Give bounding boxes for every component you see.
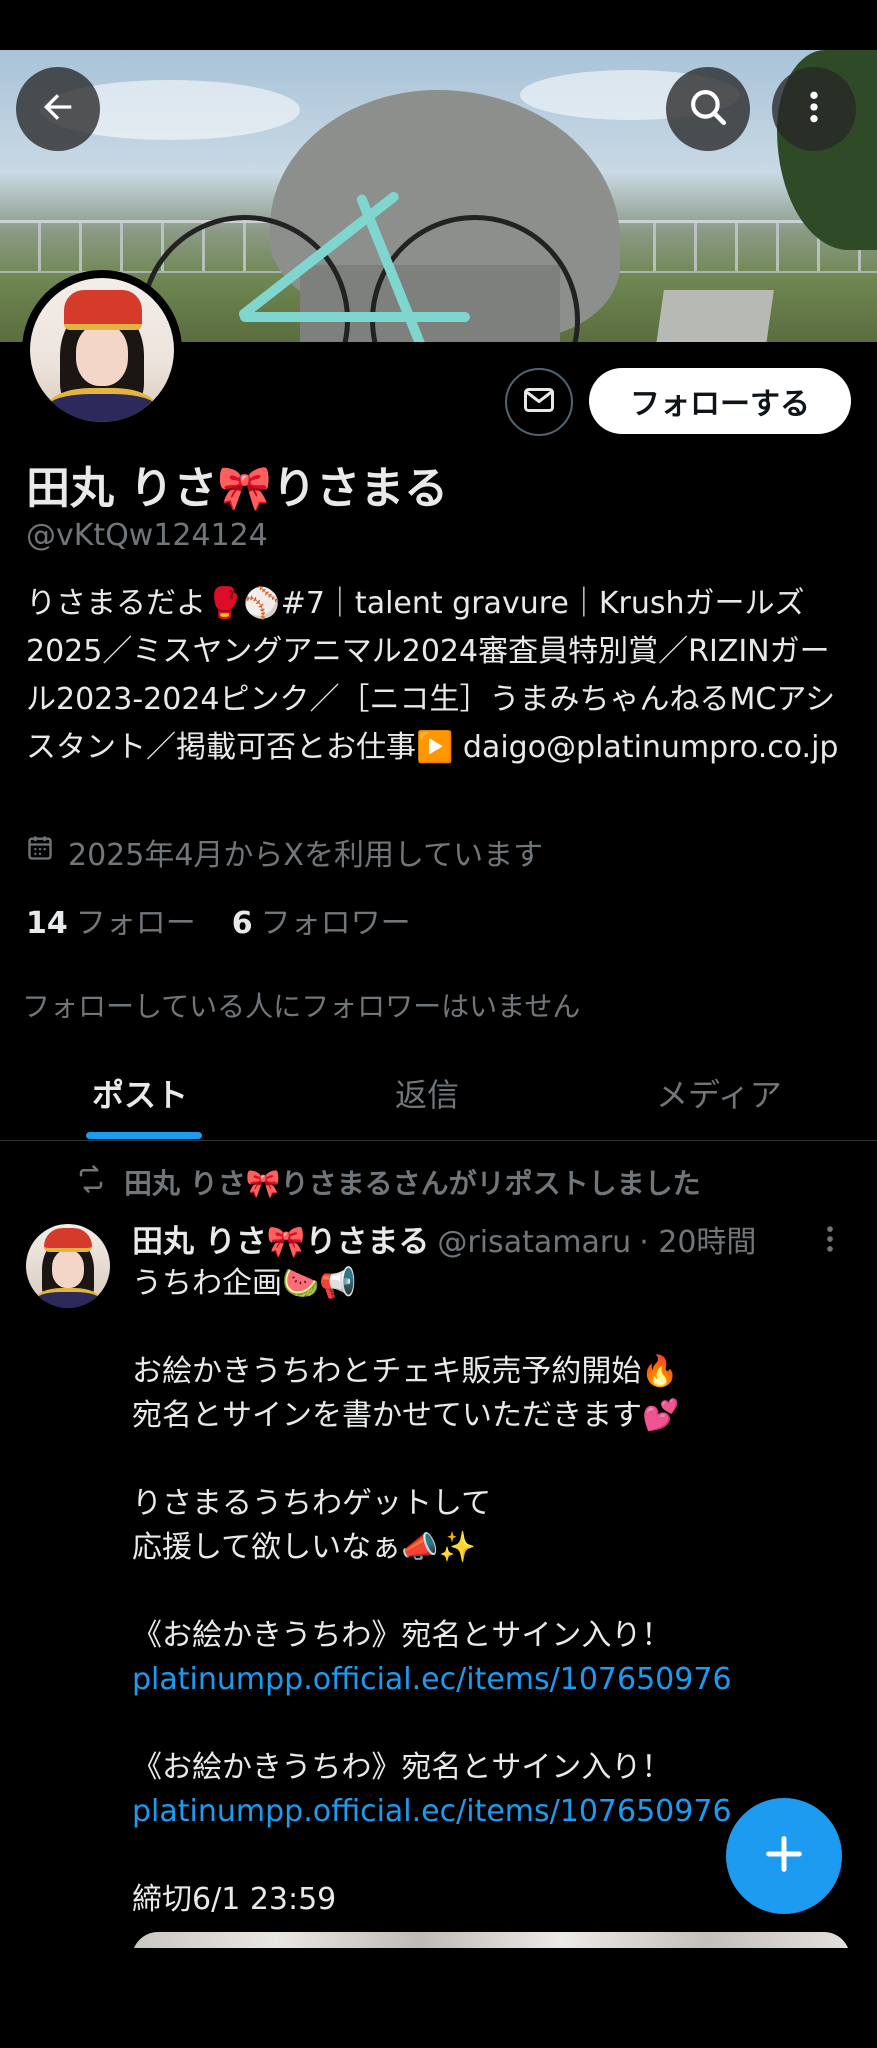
avatar-hat (44, 1228, 92, 1252)
post-author-handle[interactable]: @risatamaru (437, 1225, 631, 1260)
post-header: 田丸 りさ🎀りさまる @risatamaru · 20時間 (132, 1216, 756, 1261)
repost-text: 田丸 りさ🎀りさまるさんがリポストしました (124, 1167, 701, 1200)
avatar-hat (64, 290, 142, 330)
followers-count: 6 (231, 906, 253, 941)
envelope-icon (521, 382, 557, 422)
profile-avatar[interactable] (22, 270, 182, 430)
profile-handle: @vKtQw124124 (26, 518, 268, 553)
followers-link[interactable]: 6 フォロワー (232, 898, 411, 942)
post-line: りさまるうちわゲットして (132, 1486, 492, 1521)
avatar-image (30, 278, 174, 422)
back-button[interactable] (16, 67, 100, 151)
post-time: · 20時間 (639, 1225, 757, 1260)
post-line: 《お絵かきうちわ》宛名とサイン入り！ (132, 1618, 672, 1653)
avatar-face (52, 1250, 84, 1288)
post-more-button[interactable] (820, 1222, 840, 1264)
more-button[interactable] (772, 67, 856, 151)
post-line (132, 1702, 852, 1746)
tab-posts[interactable]: ポスト (92, 1070, 188, 1116)
arrow-left-icon (38, 87, 78, 131)
compose-post-button[interactable] (726, 1798, 842, 1914)
banner-sign (656, 290, 774, 342)
post-line: 宛名とサインを書かせていただきます💕 (132, 1398, 680, 1433)
post-link[interactable]: platinumpp.official.ec/items/107650976 (132, 1658, 852, 1702)
avatar-outfit (36, 1288, 100, 1308)
search-button[interactable] (666, 67, 750, 151)
post-line: お絵かきうちわとチェキ販売予約開始🔥 (132, 1354, 679, 1389)
profile-name: 田丸 りさ🎀りさまる (26, 463, 449, 514)
profile-bio: りさまるだよ🥊⚾️#7｜talent gravure｜Krushガールズ2025… (26, 586, 839, 765)
post-line (132, 1570, 852, 1614)
calendar-icon (26, 834, 54, 870)
status-bar (0, 0, 877, 50)
no-mutual-followers-note: フォローしている人にフォロワーはいません (22, 990, 581, 1023)
bottom-bar-area (0, 1948, 877, 2048)
post-line (132, 1438, 852, 1482)
plus-icon (761, 1831, 807, 1881)
avatar-face (76, 324, 128, 386)
following-count: 14 (26, 906, 68, 941)
post-line: 《お絵かきうちわ》宛名とサイン入り！ (132, 1750, 672, 1785)
joined-date: 2025年4月からXを利用しています (26, 830, 543, 874)
more-vertical-icon (794, 87, 834, 131)
repost-icon (76, 1164, 106, 1201)
following-link[interactable]: 14 フォロー (26, 898, 196, 942)
tab-replies[interactable]: 返信 (395, 1070, 459, 1116)
joined-text: 2025年4月からXを利用しています (68, 838, 544, 873)
follow-button[interactable]: フォローする (589, 368, 851, 434)
search-icon (687, 86, 729, 132)
bike-frame (240, 312, 470, 322)
following-label: フォロー (75, 906, 196, 941)
post-author-avatar[interactable] (26, 1224, 110, 1308)
more-vertical-icon (820, 1226, 840, 1264)
post-author-name[interactable]: 田丸 りさ🎀りさまる (132, 1216, 429, 1261)
post-line (132, 1306, 852, 1350)
followers-label: フォロワー (260, 906, 411, 941)
avatar-outfit (48, 388, 156, 422)
active-tab-indicator (86, 1132, 202, 1139)
profile-tabs: ポスト 返信 メディア (0, 1040, 877, 1141)
follow-stats: 14 フォロー 6 フォロワー (26, 898, 411, 942)
post-line: 応援して欲しいなぁ📣✨ (132, 1530, 476, 1565)
tab-media[interactable]: メディア (656, 1070, 782, 1116)
repost-indicator: 田丸 りさ🎀りさまるさんがリポストしました (76, 1162, 701, 1202)
message-button[interactable] (505, 368, 573, 436)
post-line: うちわ企画🍉📢 (132, 1266, 357, 1301)
